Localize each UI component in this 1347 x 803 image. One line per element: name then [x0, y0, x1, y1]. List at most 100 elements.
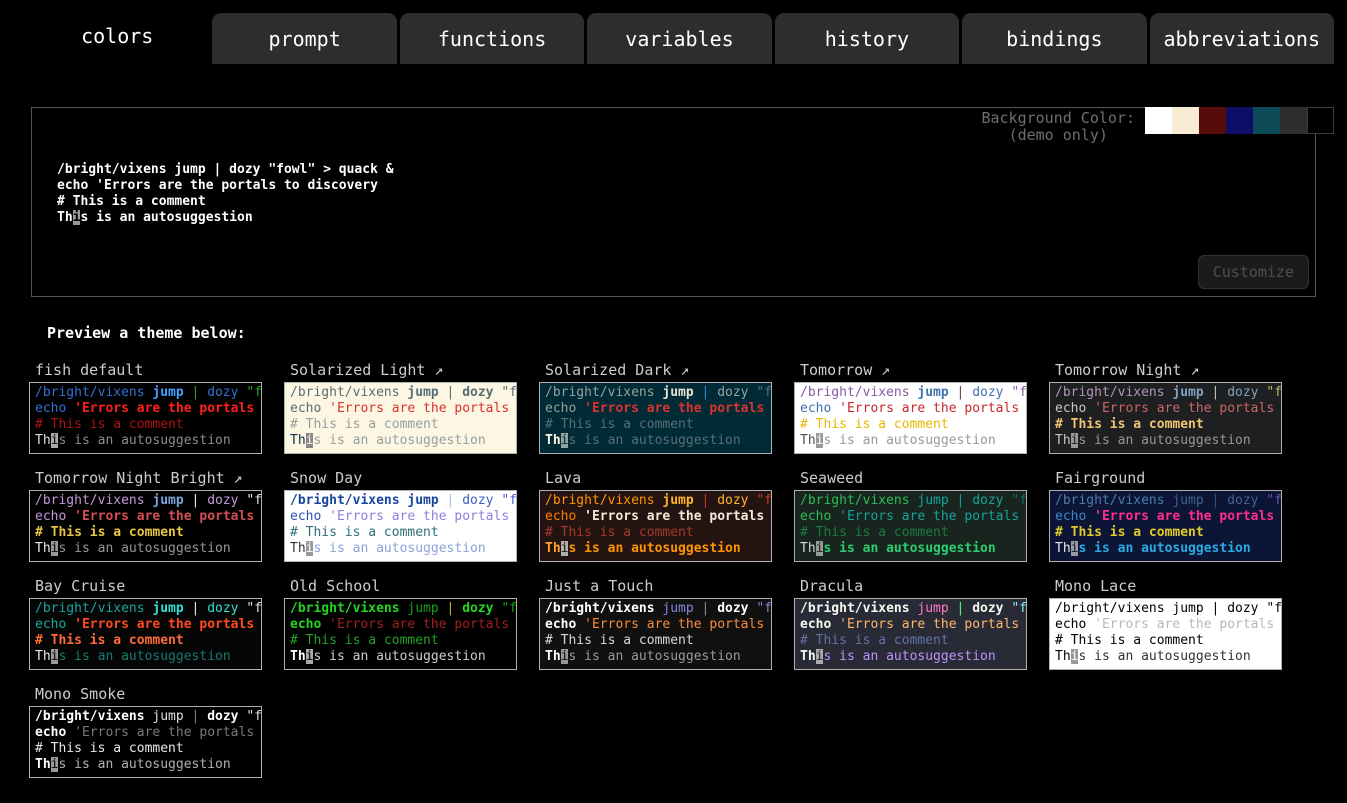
theme-preview-fish-default[interactable]: /bright/vixens jump | dozy "fowl" > quac…	[29, 382, 262, 454]
theme-title: Dracula	[794, 574, 1045, 598]
theme-preview-seaweed[interactable]: /bright/vixens jump | dozy "fowl" > quac…	[794, 490, 1027, 562]
theme-title: Just a Touch	[539, 574, 790, 598]
terminal-token: |	[702, 385, 718, 400]
terminal-token: 'Errors are the portals to discovery	[1094, 617, 1282, 632]
terminal-token: /bright/vixens	[800, 601, 917, 616]
theme-cell: Mono Lace/bright/vixens jump | dozy "fow…	[1045, 574, 1300, 682]
theme-preview-tomorrow-night-bright[interactable]: /bright/vixens jump | dozy "fowl" > quac…	[29, 490, 262, 562]
background-swatch-2[interactable]	[1199, 107, 1226, 134]
theme-preview-fairground[interactable]: /bright/vixens jump | dozy "fowl" > quac…	[1049, 490, 1282, 562]
terminal-token: s is an autosuggestion	[58, 649, 230, 664]
terminal-token: 'Errors are the portals to discovery	[839, 509, 1027, 524]
terminal-line: # This is a comment	[290, 525, 511, 541]
external-link-icon[interactable]: ↗	[671, 361, 689, 379]
theme-cell: Mono Smoke/bright/vixens jump | dozy "fo…	[25, 682, 280, 790]
theme-preview-old-school[interactable]: /bright/vixens jump | dozy "fowl" > quac…	[284, 598, 517, 670]
terminal-token: # This is a comment	[290, 417, 439, 432]
terminal-token: |	[192, 493, 208, 508]
theme-title[interactable]: Tomorrow ↗	[794, 358, 1045, 382]
theme-title[interactable]: Tomorrow Night Bright ↗	[29, 466, 280, 490]
external-link-icon[interactable]: ↗	[225, 469, 243, 487]
theme-cell: Snow Day/bright/vixens jump | dozy "fowl…	[280, 466, 535, 574]
tab-abbreviations[interactable]: abbreviations	[1150, 13, 1334, 64]
theme-title[interactable]: Solarized Light ↗	[284, 358, 535, 382]
terminal-token: |	[1212, 385, 1228, 400]
tab-functions[interactable]: functions	[400, 13, 584, 64]
terminal-line: # This is a comment	[545, 633, 766, 649]
terminal-token: echo	[545, 509, 584, 524]
theme-title[interactable]: Solarized Dark ↗	[539, 358, 790, 382]
theme-grid: fish default/bright/vixens jump | dozy "…	[25, 358, 1300, 790]
background-swatch-4[interactable]	[1253, 107, 1280, 134]
theme-preview-tomorrow[interactable]: /bright/vixens jump | dozy "fowl" > quac…	[794, 382, 1027, 454]
terminal-token: jump	[917, 493, 956, 508]
theme-preview-mono-lace[interactable]: /bright/vixens jump | dozy "fowl" > quac…	[1049, 598, 1282, 670]
background-swatch-5[interactable]	[1280, 107, 1307, 134]
terminal-line: This is an autosuggestion	[35, 541, 256, 557]
terminal-token: echo	[545, 617, 584, 632]
theme-preview-lava[interactable]: /bright/vixens jump | dozy "fowl" > quac…	[539, 490, 772, 562]
external-link-icon[interactable]: ↗	[425, 361, 443, 379]
terminal-line: This is an autosuggestion	[800, 541, 1021, 557]
terminal-token: /bright/vixens	[1055, 493, 1172, 508]
theme-preview-bay-cruise[interactable]: /bright/vixens jump | dozy "fowl" > quac…	[29, 598, 262, 670]
tab-variables[interactable]: variables	[587, 13, 771, 64]
terminal-token: 'Errors are the portals to discovery	[74, 401, 262, 416]
terminal-token: |	[702, 493, 718, 508]
theme-preview-dracula[interactable]: /bright/vixens jump | dozy "fowl" > quac…	[794, 598, 1027, 670]
background-swatch-6[interactable]	[1307, 107, 1334, 134]
theme-title: Fairground	[1049, 466, 1300, 490]
terminal-token: dozy	[207, 601, 246, 616]
terminal-line: # This is a comment	[1055, 417, 1276, 433]
background-swatch-0[interactable]	[1145, 107, 1172, 134]
tab-colors[interactable]: colors	[25, 8, 209, 64]
theme-preview-solarized-light[interactable]: /bright/vixens jump | dozy "fowl" > quac…	[284, 382, 517, 454]
terminal-token: Th	[545, 649, 561, 664]
external-link-icon[interactable]: ↗	[872, 361, 890, 379]
terminal-line: This is an autosuggestion	[290, 649, 511, 665]
terminal-token: echo	[35, 401, 74, 416]
terminal-token: /bright/vixens	[1055, 601, 1172, 616]
theme-cell: Old School/bright/vixens jump | dozy "fo…	[280, 574, 535, 682]
terminal-token: /bright/vixens	[35, 709, 152, 724]
tab-prompt[interactable]: prompt	[212, 13, 396, 64]
theme-title: Bay Cruise	[29, 574, 280, 598]
terminal-token: |	[1212, 601, 1228, 616]
theme-preview-snow-day[interactable]: /bright/vixens jump | dozy "fowl" > quac…	[284, 490, 517, 562]
tab-history[interactable]: history	[775, 13, 959, 64]
theme-name: Solarized Light	[290, 361, 425, 379]
terminal-token: 'Errors are the portals to discovery	[1094, 401, 1282, 416]
terminal-token: "fowl" > quack &	[501, 385, 517, 400]
terminal-line: /bright/vixens jump | dozy "fowl" > quac…	[1055, 385, 1276, 401]
terminal-token: /bright/vixens	[290, 601, 407, 616]
terminal-token: 'Errors are the portals to discovery	[329, 401, 517, 416]
theme-title: Snow Day	[284, 466, 535, 490]
terminal-token: jump	[662, 493, 701, 508]
theme-preview-solarized-dark[interactable]: /bright/vixens jump | dozy "fowl" > quac…	[539, 382, 772, 454]
terminal-token: |	[957, 493, 973, 508]
theme-cell: Tomorrow ↗/bright/vixens jump | dozy "fo…	[790, 358, 1045, 466]
terminal-token: s is an autosuggestion	[823, 541, 995, 556]
background-swatch-1[interactable]	[1172, 107, 1199, 134]
terminal-line: This is an autosuggestion	[800, 433, 1021, 449]
terminal-token: Th	[800, 433, 816, 448]
theme-title[interactable]: Tomorrow Night ↗	[1049, 358, 1300, 382]
theme-preview-mono-smoke[interactable]: /bright/vixens jump | dozy "fowl" > quac…	[29, 706, 262, 778]
terminal-token: Th	[290, 433, 306, 448]
theme-title: Mono Lace	[1049, 574, 1300, 598]
terminal-token: echo	[35, 617, 74, 632]
terminal-line: echo 'Errors are the portals to discover…	[545, 401, 766, 417]
terminal-token: jump	[662, 601, 701, 616]
tab-bindings[interactable]: bindings	[962, 13, 1146, 64]
terminal-token: echo 'Errors are the portals to discover…	[57, 178, 378, 193]
terminal-token: # This is a comment	[1055, 417, 1204, 432]
customize-button[interactable]: Customize	[1198, 255, 1309, 289]
background-swatch-3[interactable]	[1226, 107, 1253, 134]
theme-preview-tomorrow-night[interactable]: /bright/vixens jump | dozy "fowl" > quac…	[1049, 382, 1282, 454]
terminal-token: "fowl" > quack &	[1011, 385, 1027, 400]
theme-preview-just-a-touch[interactable]: /bright/vixens jump | dozy "fowl" > quac…	[539, 598, 772, 670]
terminal-line: # This is a comment	[800, 525, 1021, 541]
terminal-token: "fowl" > quack &	[246, 709, 262, 724]
theme-cell: Solarized Light ↗/bright/vixens jump | d…	[280, 358, 535, 466]
external-link-icon[interactable]: ↗	[1181, 361, 1199, 379]
